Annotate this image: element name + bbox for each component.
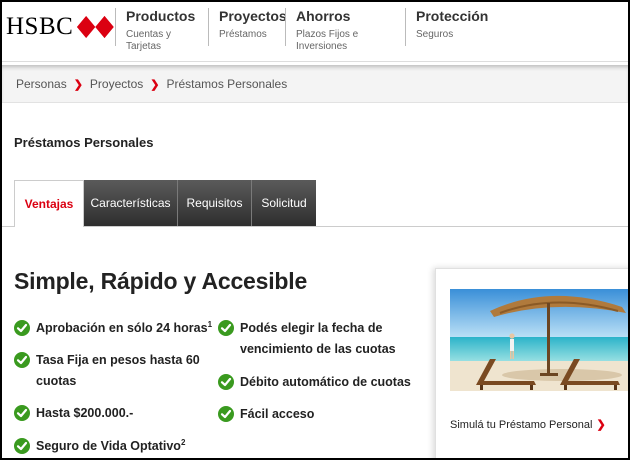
site-header: HSBC Productos Cuentas y Tarjetas Proyec… <box>2 2 628 62</box>
nav-subtitle[interactable]: Cuentas y Tarjetas <box>126 29 206 53</box>
breadcrumb-current: Préstamos Personales <box>166 77 288 91</box>
beach-loungers-image[interactable] <box>450 289 628 391</box>
benefit-text: Débito automático de cuotas <box>240 375 411 389</box>
check-circle-icon <box>14 405 30 421</box>
benefit-text: Tasa Fija en pesos hasta 60 cuotas <box>36 353 200 388</box>
nav-item-proyectos[interactable]: Proyectos Préstamos <box>208 8 287 46</box>
nav-title: Proyectos <box>219 8 287 24</box>
benefit-text: Aprobación en sólo 24 horas1 <box>36 319 213 335</box>
check-circle-icon <box>218 374 234 390</box>
chevron-right-icon: ❯ <box>150 78 160 91</box>
nav-item-proteccion[interactable]: Protección Seguros <box>405 8 515 46</box>
benefit-item: Débito automático de cuotas <box>218 372 411 393</box>
hsbc-hexagon-icon <box>77 15 114 39</box>
page-title: Préstamos Personales <box>14 135 154 150</box>
check-circle-icon <box>14 438 30 454</box>
nav-subtitle[interactable]: Plazos Fijos e Inversiones <box>296 29 397 53</box>
benefit-text: Fácil acceso <box>240 407 315 421</box>
tab-solicitud[interactable]: Solicitud <box>252 180 316 226</box>
chevron-right-icon: ❯ <box>596 419 606 431</box>
benefit-item: Hasta $200.000.- <box>14 403 133 424</box>
benefit-text: Hasta $200.000.- <box>36 406 134 420</box>
tab-ventajas[interactable]: Ventajas <box>14 180 84 227</box>
promo-card: Simulá tu Préstamo Personal ❯ <box>435 268 628 458</box>
benefit-text: Seguro de Vida Optativo2 <box>36 437 186 453</box>
check-circle-icon <box>14 352 30 368</box>
nav-subtitle[interactable]: Seguros <box>416 29 515 41</box>
breadcrumb-personas[interactable]: Personas <box>16 77 67 91</box>
tab-bar: Ventajas Características Requisitos Soli… <box>14 180 316 227</box>
benefit-item: Fácil acceso <box>218 404 314 425</box>
nav-item-productos[interactable]: Productos Cuentas y Tarjetas <box>115 8 206 52</box>
nav-title: Ahorros <box>296 8 351 24</box>
hsbc-logo[interactable]: HSBC <box>6 12 114 42</box>
tab-caracteristicas[interactable]: Características <box>84 180 178 226</box>
benefit-item: Aprobación en sólo 24 horas1 <box>14 318 212 339</box>
chevron-right-icon: ❯ <box>73 78 83 91</box>
check-circle-icon <box>14 320 30 336</box>
check-circle-icon <box>218 320 234 336</box>
tab-requisitos[interactable]: Requisitos <box>178 180 252 226</box>
breadcrumb: Personas ❯ Proyectos ❯ Préstamos Persona… <box>16 77 287 91</box>
nav-item-ahorros[interactable]: Ahorros Plazos Fijos e Inversiones <box>285 8 397 52</box>
check-circle-icon <box>218 406 234 422</box>
benefit-item: Seguro de Vida Optativo2 <box>14 436 185 457</box>
benefit-text: Podés elegir la fecha de vencimiento de … <box>240 321 396 356</box>
nav-subtitle[interactable]: Préstamos <box>219 29 281 41</box>
breadcrumb-proyectos[interactable]: Proyectos <box>90 77 143 91</box>
breadcrumb-bar: Personas ❯ Proyectos ❯ Préstamos Persona… <box>2 65 628 103</box>
nav-title: Productos <box>126 8 196 24</box>
benefit-item: Podés elegir la fecha de vencimiento de … <box>218 318 398 360</box>
section-headline: Simple, Rápido y Accesible <box>14 268 308 294</box>
logo-text: HSBC <box>6 13 74 40</box>
page-frame: HSBC Productos Cuentas y Tarjetas Proyec… <box>0 0 630 460</box>
simulate-loan-link[interactable]: Simulá tu Préstamo Personal ❯ <box>450 418 606 432</box>
nav-title: Protección <box>416 8 489 24</box>
promo-link-text: Simulá tu Préstamo Personal <box>450 418 593 431</box>
benefit-item: Tasa Fija en pesos hasta 60 cuotas <box>14 350 204 392</box>
